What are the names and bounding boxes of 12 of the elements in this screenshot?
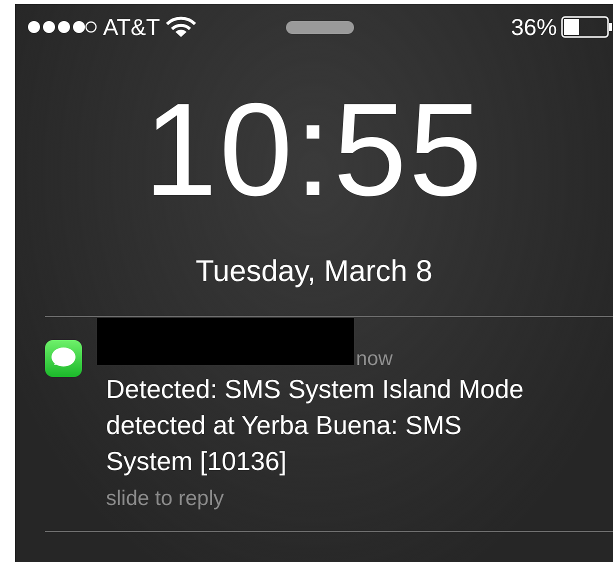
- clock-time: 10:55: [142, 80, 486, 220]
- messages-icon[interactable]: [45, 340, 82, 377]
- notch-pill: [286, 20, 354, 34]
- slide-to-reply-hint[interactable]: slide to reply: [106, 487, 224, 511]
- battery-icon: [561, 16, 613, 38]
- carrier-name: AT&T: [103, 14, 160, 40]
- wifi-icon: [166, 16, 196, 38]
- battery-percent: 36%: [510, 14, 557, 40]
- date-label: Tuesday, March 8: [194, 254, 434, 290]
- notification-time: now: [356, 348, 393, 371]
- signal-icon: [27, 20, 97, 34]
- notification-message: Detected: SMS System Island Mode detected at Yerba Buena: SMS System [10136]: [106, 373, 525, 478]
